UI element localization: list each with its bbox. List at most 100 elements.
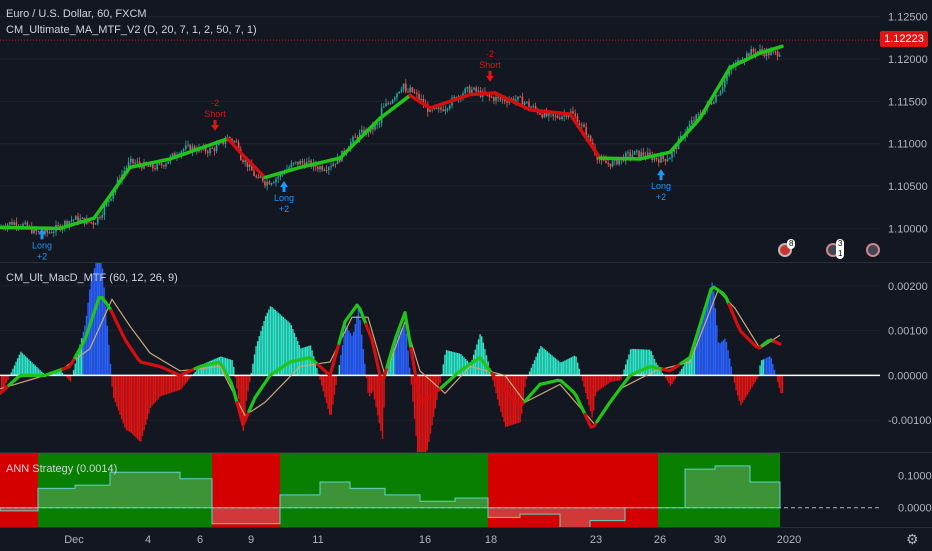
indicator2-legend[interactable]: CM_Ult_MacD_MTF (60, 12, 26, 9) <box>6 272 178 284</box>
price-pane[interactable]: 1.125001.120001.115001.110001.105001.100… <box>0 0 932 262</box>
candle-body <box>464 88 466 93</box>
candle-body <box>352 137 354 142</box>
long-label: Long <box>32 240 52 250</box>
candle-body <box>308 161 310 162</box>
price-axis-tick: 1.12500 <box>888 12 928 24</box>
candle-body <box>110 199 112 201</box>
macd-histogram-bar <box>681 369 682 376</box>
candle-body <box>13 222 15 225</box>
macd-histogram-bar <box>587 375 588 399</box>
macd-histogram-bar <box>147 375 148 419</box>
macd-histogram-bar <box>611 375 612 381</box>
macd-histogram-bar <box>423 375 424 452</box>
macd-histogram-bar <box>447 351 448 376</box>
ma-line-segment <box>94 167 130 218</box>
macd-histogram-bar <box>763 359 764 375</box>
indicator1-legend[interactable]: CM_Ultimate_MA_MTF_V2 (D, 20, 7, 1, 2, 5… <box>6 24 257 36</box>
candle-body <box>724 81 726 88</box>
candle-body <box>539 113 541 114</box>
candle-body <box>660 156 662 163</box>
price-chart[interactable]: 1.125001.120001.115001.110001.105001.100… <box>0 0 932 262</box>
macd-histogram-bar <box>361 335 362 376</box>
macd-histogram-bar <box>561 362 562 375</box>
candle-body <box>493 97 495 100</box>
macd-histogram-bar <box>740 375 741 405</box>
macd-histogram-bar <box>142 375 143 436</box>
long-label: Long <box>651 181 671 191</box>
macd-histogram-bar <box>276 311 277 375</box>
macd-line-segment <box>336 343 339 354</box>
macd-histogram-bar <box>753 375 754 384</box>
candle-body <box>291 164 293 168</box>
macd-histogram-bar <box>316 368 317 375</box>
settings-gear-icon[interactable]: ⚙ <box>906 531 919 548</box>
macd-histogram-bar <box>14 365 15 375</box>
macd-histogram-bar <box>670 375 671 385</box>
macd-histogram-bar <box>179 375 180 390</box>
candle-body <box>253 171 255 176</box>
macd-histogram-bar <box>249 375 250 382</box>
macd-histogram-bar <box>374 375 375 399</box>
macd-histogram-bar <box>131 375 132 433</box>
macd-pane[interactable]: 0.002000.001000.00000-0.00100 CM_Ult_Mac… <box>0 263 932 452</box>
candle-body <box>9 222 11 225</box>
ann-pane[interactable]: 0.100000.00000 ANN Strategy (0.0014) <box>0 453 932 527</box>
macd-histogram-bar <box>721 342 722 376</box>
macd-histogram-bar <box>684 364 685 376</box>
candle-body <box>557 116 559 118</box>
candle-body <box>244 160 246 162</box>
candle-body <box>420 99 422 100</box>
macd-histogram-bar <box>300 348 301 375</box>
candle-body <box>632 155 634 157</box>
candle-body <box>398 92 400 94</box>
macd-histogram-bar <box>119 375 120 415</box>
macd-histogram-bar <box>30 361 31 376</box>
candle-body <box>552 114 554 116</box>
time-axis-tick: 26 <box>654 534 666 546</box>
candle-body <box>691 120 693 124</box>
macd-histogram-bar <box>668 375 669 383</box>
earnings-event-icon[interactable] <box>866 243 880 257</box>
candle-body <box>163 165 165 166</box>
candle-body <box>533 106 535 107</box>
macd-histogram-bar <box>547 351 548 375</box>
long-value: +2 <box>37 251 47 261</box>
macd-histogram-bar <box>382 375 383 439</box>
candle-body <box>394 97 396 99</box>
macd-histogram-bar <box>339 365 340 375</box>
macd-histogram-bar <box>761 360 762 375</box>
macd-histogram-bar <box>462 356 463 376</box>
macd-histogram-bar <box>439 375 440 383</box>
macd-histogram-bar <box>127 375 128 431</box>
ann-chart[interactable]: 0.100000.00000 <box>0 453 932 527</box>
macd-chart[interactable]: 0.002000.001000.00000-0.00100 <box>0 263 932 452</box>
candle-body <box>152 164 154 168</box>
candle-body <box>449 106 451 109</box>
macd-histogram-bar <box>596 375 597 391</box>
candle-body <box>473 88 475 90</box>
macd-histogram-bar <box>651 351 652 375</box>
candle-body <box>519 96 521 97</box>
indicator3-legend[interactable]: ANN Strategy (0.0014) <box>6 463 117 475</box>
candle-body <box>156 164 158 170</box>
macd-histogram-bar <box>297 341 298 375</box>
candle-body <box>453 97 455 98</box>
candle-body <box>777 51 779 56</box>
candle-body <box>722 87 724 91</box>
macd-histogram-bar <box>603 375 604 387</box>
macd-histogram-bar <box>326 375 327 403</box>
macd-histogram-bar <box>574 356 575 376</box>
candle-body <box>618 160 620 164</box>
candle-body <box>383 106 385 107</box>
price-axis-tick: 1.10000 <box>888 223 928 235</box>
macd-histogram-bar <box>449 351 450 375</box>
macd-histogram-bar <box>17 358 18 375</box>
candle-body <box>491 97 493 98</box>
candle-body <box>574 114 576 117</box>
macd-histogram-bar <box>406 333 407 375</box>
candle-body <box>475 88 477 92</box>
candle-body <box>711 103 713 104</box>
time-axis[interactable]: Dec4691116182326302020 ⚙ <box>0 527 932 551</box>
candle-body <box>658 159 660 162</box>
ma-line-segment <box>600 158 640 159</box>
